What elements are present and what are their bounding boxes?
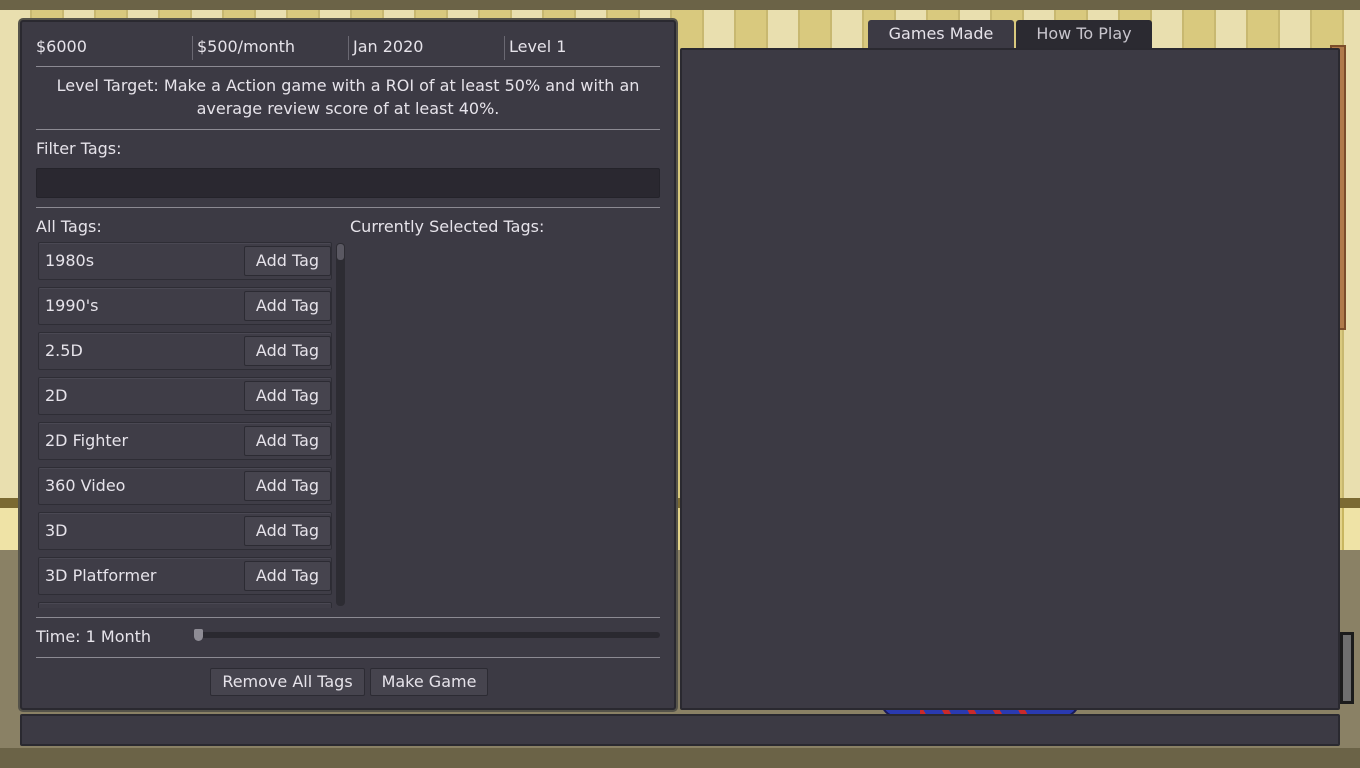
tag-name: 3D Platformer [45, 566, 157, 585]
add-tag-button[interactable]: Add Tag [244, 471, 331, 501]
tab-how-to-play[interactable]: How To Play [1016, 20, 1152, 51]
money-stat: $6000 [36, 37, 87, 56]
tag-name: 1980s [45, 251, 95, 270]
add-tag-button[interactable]: Add Tag [244, 426, 331, 456]
floor-edge [0, 748, 1360, 768]
add-tag-button[interactable]: Add Tag [244, 336, 331, 366]
selected-tags-label: Currently Selected Tags: [350, 217, 545, 236]
tab-games-made[interactable]: Games Made [868, 20, 1014, 51]
level-target-text: Level Target: Make a Action game with a … [56, 76, 640, 118]
divider [36, 207, 660, 208]
tag-row: 3D Add Tag [38, 512, 332, 550]
date-stat: Jan 2020 [347, 36, 504, 60]
tag-name: 1990's [45, 296, 99, 315]
tag-name: 2D [45, 386, 68, 405]
expense-stat: $500/month [191, 36, 348, 60]
tag-list-scrollbar[interactable] [336, 243, 345, 606]
time-label: Time: 1 Month [36, 627, 152, 646]
tag-row: 3D Platformer Add Tag [38, 557, 332, 595]
make-game-button[interactable]: Make Game [370, 668, 488, 696]
time-slider-handle[interactable] [194, 629, 203, 641]
add-tag-button[interactable]: Add Tag [244, 516, 331, 546]
computer-tower [1340, 632, 1354, 704]
time-slider-track[interactable] [194, 632, 660, 638]
tag-row: 2D Fighter Add Tag [38, 422, 332, 460]
level-stat: Level 1 [503, 36, 660, 60]
all-tags-label: All Tags: [36, 217, 102, 236]
tag-row: 2D Add Tag [38, 377, 332, 415]
tag-row: 360 Video Add Tag [38, 467, 332, 505]
tag-name: 3D [45, 521, 68, 540]
remove-all-tags-button[interactable]: Remove All Tags [210, 668, 365, 696]
time-slider[interactable] [194, 629, 660, 641]
scrollbar-thumb[interactable] [337, 244, 344, 260]
all-tags-list[interactable]: 1980s Add Tag 1990's Add Tag 2.5D Add Tag 2D Ad… [36, 242, 334, 608]
tag-row: 1980s Add Tag [38, 242, 332, 280]
divider [36, 66, 660, 67]
tag-row: 2.5D Add Tag [38, 332, 332, 370]
stats-bar: $6000 $500/month Jan 2020 Level 1 [36, 36, 660, 60]
add-tag-button[interactable]: Add Tag [244, 291, 331, 321]
add-tag-button[interactable]: Add Tag [244, 381, 331, 411]
tag-name: 2D Fighter [45, 431, 129, 450]
divider [36, 657, 660, 658]
filter-tags-label: Filter Tags: [36, 139, 122, 158]
games-made-panel [680, 48, 1340, 710]
bottom-status-bar [20, 714, 1340, 746]
ceiling-strip [0, 0, 1360, 10]
game-creation-panel: $6000 $500/month Jan 2020 Level 1 Level … [20, 20, 676, 710]
filter-tags-input[interactable] [36, 168, 660, 198]
add-tag-button[interactable]: Add Tag [244, 246, 331, 276]
tag-name: 2.5D [45, 341, 83, 360]
divider [36, 129, 660, 130]
divider [36, 617, 660, 618]
tag-row [38, 602, 332, 608]
add-tag-button[interactable]: Add Tag [244, 561, 331, 591]
tag-row: 1990's Add Tag [38, 287, 332, 325]
tag-name: 360 Video [45, 476, 126, 495]
